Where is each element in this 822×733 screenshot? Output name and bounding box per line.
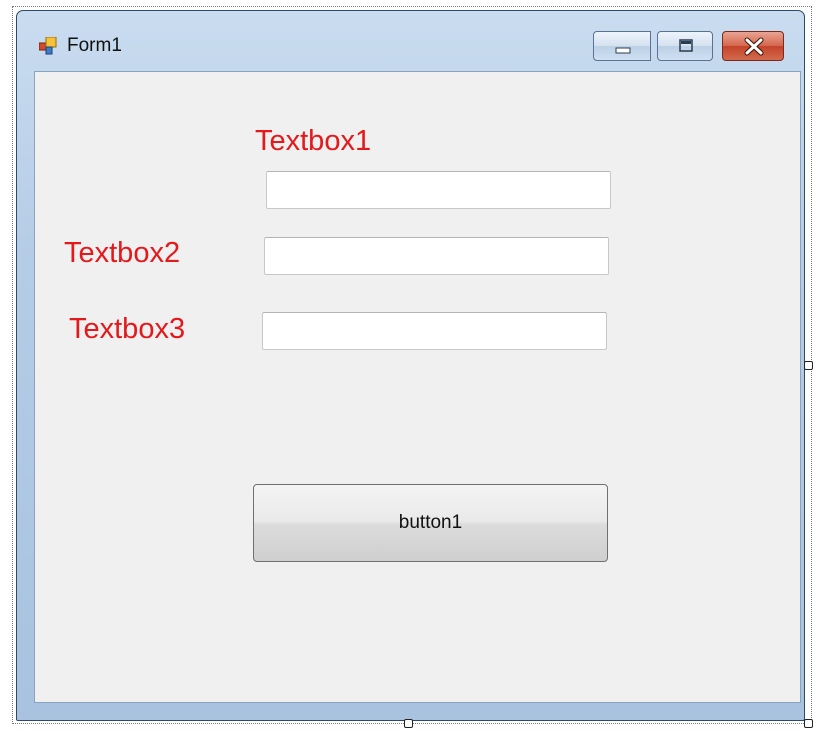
label-textbox3: Textbox3 <box>69 313 186 345</box>
label-textbox2: Textbox2 <box>64 237 181 269</box>
label-textbox1: Textbox1 <box>255 125 372 157</box>
minimize-button[interactable] <box>593 31 651 61</box>
minimize-icon <box>615 47 631 54</box>
maximize-button[interactable] <box>657 31 713 61</box>
title-bar[interactable]: Form1 <box>17 11 804 71</box>
button1[interactable]: button1 <box>253 484 608 562</box>
textbox2-input[interactable] <box>264 237 609 275</box>
form-client-area: Textbox1 Textbox2 Textbox3 button1 <box>34 71 801 703</box>
resize-handle-right[interactable] <box>804 361 813 370</box>
textbox3-input[interactable] <box>262 312 607 350</box>
close-button[interactable] <box>722 31 784 61</box>
close-icon <box>744 37 764 56</box>
resize-handle-bottom[interactable] <box>404 719 413 728</box>
window-title: Form1 <box>67 35 122 56</box>
maximize-icon <box>679 39 693 52</box>
form-icon <box>39 37 57 55</box>
textbox1-input[interactable] <box>266 171 611 209</box>
form-window: Form1 Textbox1 Textbox2 Textbox3 button1 <box>16 10 805 721</box>
resize-handle-bottom-right[interactable] <box>804 719 813 728</box>
